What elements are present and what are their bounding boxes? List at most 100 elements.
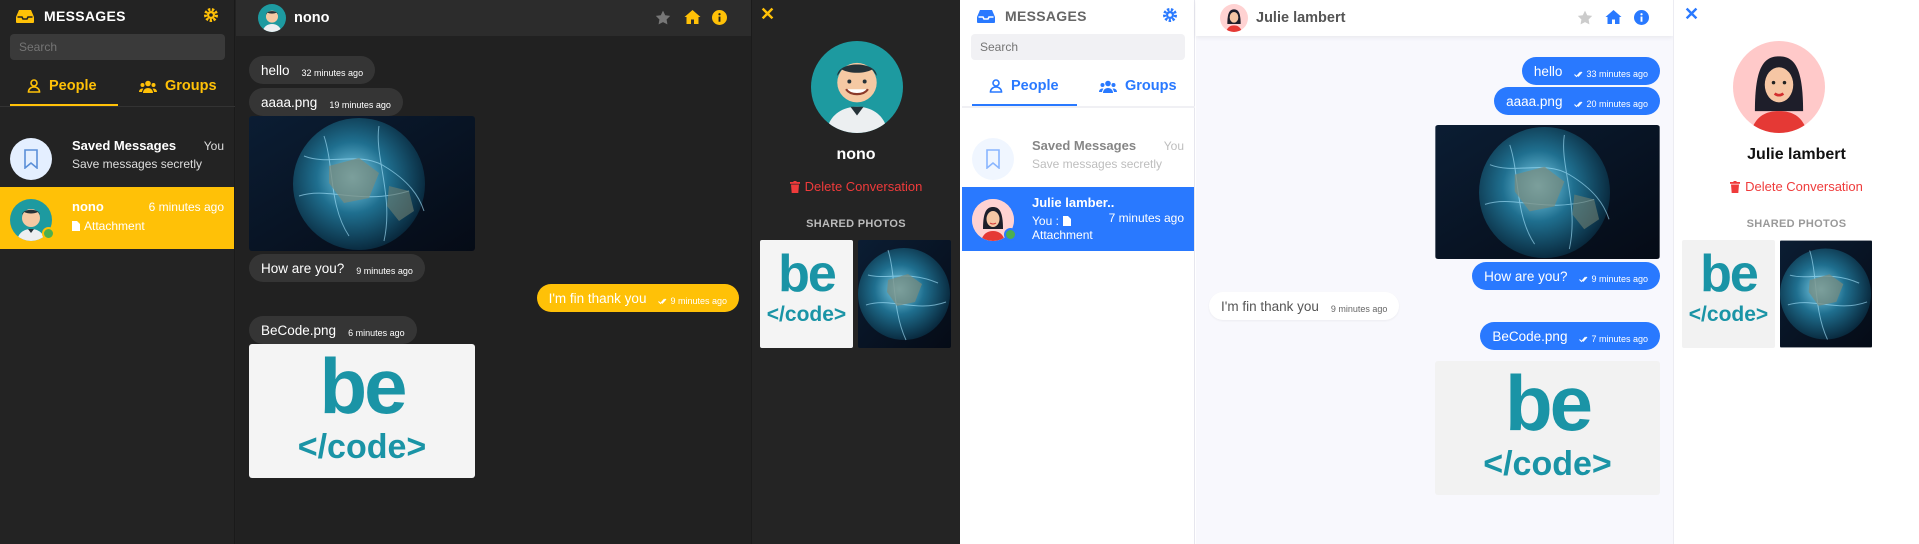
double-check-icon [1574, 101, 1583, 108]
message-bubble-sent: I'm fin thank you 9 minutes ago [536, 284, 739, 312]
home-icon[interactable] [684, 9, 701, 25]
message-text: aaaa.png [1506, 93, 1563, 109]
message-text: BeCode.png [1492, 328, 1568, 344]
message-meta: 7 minutes ago [1579, 334, 1648, 344]
contact-avatar-large [811, 41, 903, 133]
becode-image[interactable]: be </code> [249, 344, 475, 478]
message-text: aaaa.png [261, 94, 318, 110]
message-bubble-sent: aaaa.png 20 minutes ago [1494, 87, 1660, 115]
logo-line-1: be [319, 344, 407, 430]
star-icon[interactable] [1577, 10, 1593, 25]
chat-header: Julie lambert [1196, 0, 1673, 36]
conversation-saved-messages[interactable]: Saved Messages Save messages secretly Yo… [0, 126, 234, 188]
conversation-subtitle-prefix: You : [1032, 214, 1059, 228]
message-bubble: How are you? 9 minutes ago [249, 254, 425, 282]
gear-icon[interactable] [1162, 7, 1178, 23]
message-text: hello [261, 62, 290, 78]
tab-people-label: People [1011, 78, 1059, 94]
users-icon [139, 80, 157, 93]
shared-photo-globe[interactable] [858, 240, 951, 348]
delete-conversation-button[interactable]: Delete Conversation [1674, 179, 1919, 194]
message-bubble: hello 32 minutes ago [249, 56, 376, 84]
conversation-nono[interactable]: nono Attachment 6 minutes ago [0, 187, 234, 249]
double-check-icon [1574, 71, 1583, 78]
message-text: BeCode.png [261, 322, 337, 338]
message-time: 33 minutes ago [1586, 69, 1648, 79]
contact-name: Julie lambert [1256, 10, 1346, 26]
sidebar: MESSAGES People Groups Saved Messages Sa… [0, 0, 235, 544]
double-check-icon [1579, 276, 1588, 283]
light-theme-app: MESSAGES People Groups Saved Messages Sa… [962, 0, 1919, 544]
contact-info-panel: ✕ Julie lambert Delete Conversation SHAR… [1673, 0, 1919, 544]
star-icon[interactable] [655, 10, 671, 25]
delete-conversation-button[interactable]: Delete Conversation [752, 179, 960, 194]
conversation-time: 6 minutes ago [148, 200, 224, 214]
tab-people[interactable]: People [27, 78, 97, 94]
info-icon[interactable] [712, 10, 727, 25]
message-bubble-sent: hello 33 minutes ago [1521, 57, 1660, 85]
shared-photos-label: SHARED PHOTOS [806, 218, 906, 230]
user-icon [989, 79, 1003, 93]
message-time: 19 minutes ago [329, 100, 391, 110]
message-meta: 20 minutes ago [1574, 99, 1648, 109]
shared-photo-globe[interactable] [1780, 240, 1872, 348]
close-icon[interactable]: ✕ [1684, 4, 1699, 24]
globe-image[interactable] [249, 116, 475, 251]
message-bubble: BeCode.png 6 minutes ago [249, 316, 417, 344]
message-time: 9 minutes ago [670, 296, 727, 306]
globe-image[interactable] [1435, 125, 1660, 259]
gear-icon[interactable] [203, 7, 219, 23]
shared-photo-becode[interactable]: be </code> [1682, 240, 1775, 348]
inbox-icon [977, 8, 995, 24]
conversation-name: Saved Messages [72, 138, 177, 153]
message-time: 6 minutes ago [348, 328, 405, 338]
dark-theme-app: MESSAGES People Groups Saved Messages Sa… [0, 0, 960, 544]
file-icon [1062, 216, 1071, 226]
tab-groups-label: Groups [1125, 78, 1177, 94]
conversation-saved-messages[interactable]: Saved Messages Save messages secretly Yo… [962, 126, 1194, 188]
close-icon[interactable]: ✕ [760, 4, 775, 24]
conversation-time: You [203, 139, 224, 153]
contact-name: Julie lambert [1747, 146, 1846, 163]
message-bubble: aaaa.png 19 minutes ago [249, 88, 403, 116]
message-bubble-sent: BeCode.png 7 minutes ago [1480, 322, 1660, 350]
becode-image[interactable]: be </code> [1435, 361, 1660, 495]
conversation-time: 7 minutes ago [1108, 211, 1184, 225]
search-input[interactable] [10, 34, 225, 60]
contact-name: nono [836, 146, 876, 163]
conversation-time: You [1163, 139, 1184, 153]
info-icon[interactable] [1634, 10, 1649, 25]
message-meta: 33 minutes ago [1574, 69, 1648, 79]
sidebar: MESSAGES People Groups Saved Messages Sa… [962, 0, 1195, 544]
logo-line-1: be [1700, 245, 1759, 303]
message-time: 20 minutes ago [1586, 99, 1648, 109]
message-bubble-sent: How are you? 9 minutes ago [1472, 262, 1660, 290]
online-status-dot [1004, 228, 1017, 241]
shared-photo-becode[interactable]: be </code> [760, 240, 853, 348]
logo-line-2: </code> [1688, 303, 1769, 326]
tab-groups[interactable]: Groups [1099, 78, 1177, 94]
tab-people[interactable]: People [989, 78, 1059, 94]
file-icon [72, 221, 80, 231]
tab-people-label: People [49, 78, 97, 94]
search-input[interactable] [971, 34, 1185, 60]
message-time: 9 minutes ago [356, 266, 413, 276]
contact-avatar[interactable] [1220, 4, 1248, 32]
tab-groups[interactable]: Groups [139, 78, 217, 94]
conversation-subtitle-row: Attachment [72, 219, 145, 233]
conversation-subtitle: Save messages secretly [1032, 157, 1163, 171]
home-icon[interactable] [1605, 9, 1622, 25]
message-time: 9 minutes ago [1591, 274, 1648, 284]
inbox-icon [16, 8, 34, 24]
conversation-name: Saved Messages [1032, 138, 1137, 153]
online-status-dot [42, 227, 55, 240]
message-bubble: I'm fin thank you 9 minutes ago [1209, 292, 1400, 320]
bookmark-avatar [972, 138, 1014, 180]
conversation-subtitle: Attachment [1032, 228, 1093, 242]
conversation-julie-lambert[interactable]: Julie lamber.. You : Attachment 7 minute… [962, 187, 1194, 251]
contact-avatar[interactable] [258, 4, 286, 32]
contact-avatar-large [1733, 41, 1825, 133]
user-icon [27, 79, 41, 93]
users-icon [1099, 80, 1117, 93]
tab-groups-label: Groups [165, 78, 217, 94]
